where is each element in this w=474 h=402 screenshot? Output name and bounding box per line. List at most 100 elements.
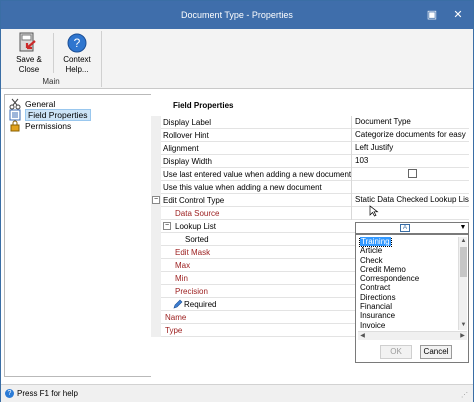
collapse-toggle[interactable]: −	[152, 196, 160, 204]
row-gutter	[151, 129, 161, 142]
property-row-data-source[interactable]: Data Source	[151, 207, 469, 220]
context-help-label: Context Help...	[63, 55, 91, 74]
list-item[interactable]: Credit Memo	[358, 265, 458, 274]
info-icon: ?	[5, 389, 14, 398]
property-row-use-last-value[interactable]: Use last entered value when adding a new…	[151, 168, 469, 181]
row-gutter	[151, 298, 161, 311]
window-title: Document Type - Properties	[181, 10, 293, 20]
property-label: Name	[165, 313, 187, 322]
property-value	[351, 168, 469, 181]
nav-item-label: General	[25, 99, 56, 109]
row-gutter	[151, 220, 161, 233]
list-item[interactable]: Correspondence	[358, 274, 458, 283]
property-row-alignment[interactable]: Alignment Left Justify	[151, 142, 469, 155]
ribbon-group-separator	[101, 31, 102, 87]
status-bar: ? Press F1 for help ⋰	[1, 384, 473, 402]
list-item[interactable]: Directions	[358, 293, 458, 302]
dropdown-arrow-icon[interactable]: ▼	[458, 223, 468, 233]
property-value[interactable]: 103	[351, 155, 469, 168]
property-value[interactable]: Categorize documents for easy	[351, 129, 469, 142]
row-gutter	[151, 168, 161, 181]
title-bar: Document Type - Properties ▣ ✕	[1, 1, 473, 29]
property-label: Use this value when adding a new documen…	[163, 183, 322, 192]
row-gutter	[151, 116, 161, 129]
ribbon: Save & Close ? Context Help... Main	[1, 29, 473, 89]
property-label: Edit Control Type	[163, 196, 225, 205]
list-item[interactable]: Training	[358, 237, 458, 247]
row-gutter	[151, 207, 161, 220]
list-item[interactable]: Financial	[358, 302, 458, 311]
lock-icon	[9, 120, 22, 132]
svg-text:?: ?	[74, 36, 81, 50]
scroll-up-icon[interactable]: ▲	[459, 237, 468, 246]
ribbon-group-label: Main	[42, 77, 60, 86]
property-label: Data Source	[175, 209, 220, 218]
horizontal-scrollbar[interactable]: ◀ ▶	[358, 331, 467, 340]
restore-button[interactable]: ▣	[421, 5, 443, 25]
property-label: Rollover Hint	[163, 131, 209, 140]
lookup-list-dropdown: Training Article Check Credit Memo Corre…	[355, 234, 469, 363]
row-gutter	[151, 259, 161, 272]
lookup-list-combobox[interactable]: A ▼	[355, 222, 469, 234]
lookup-list[interactable]: Training Article Check Credit Memo Corre…	[358, 237, 458, 332]
list-item[interactable]: Insurance	[358, 311, 458, 320]
help-icon: ?	[67, 33, 87, 53]
property-label: Required	[184, 300, 217, 309]
save-close-button[interactable]: Save & Close	[9, 31, 49, 77]
property-label: Display Width	[163, 157, 212, 166]
nav-item-label: Permissions	[25, 121, 72, 131]
resize-grip-icon[interactable]: ⋰	[461, 391, 469, 399]
property-label: Lookup List	[175, 222, 216, 231]
list-item[interactable]: Article	[358, 246, 458, 255]
list-item[interactable]: Check	[358, 256, 458, 265]
property-label: Type	[165, 326, 183, 335]
ribbon-separator	[53, 33, 54, 73]
close-button[interactable]: ✕	[447, 5, 469, 25]
property-value[interactable]: Left Justify	[351, 142, 469, 155]
mouse-cursor-icon	[369, 205, 379, 217]
list-item[interactable]: Invoice	[358, 321, 458, 330]
collapse-toggle[interactable]: −	[163, 222, 171, 230]
property-value[interactable]: Document Type	[351, 116, 469, 129]
save-close-icon	[19, 32, 36, 52]
property-label: Edit Mask	[175, 248, 211, 257]
scroll-down-icon[interactable]: ▼	[459, 321, 468, 330]
property-label: Alignment	[163, 144, 199, 153]
row-gutter	[151, 246, 161, 259]
use-last-value-checkbox[interactable]	[408, 169, 417, 178]
property-row-display-width[interactable]: Display Width 103	[151, 155, 469, 168]
scroll-thumb[interactable]	[460, 247, 467, 277]
property-row-rollover-hint[interactable]: Rollover Hint Categorize documents for e…	[151, 129, 469, 142]
property-label: Sorted	[185, 235, 209, 244]
scroll-right-icon[interactable]: ▶	[458, 332, 467, 341]
pencil-icon	[173, 299, 183, 309]
property-label: Display Label	[163, 118, 212, 127]
row-gutter	[151, 155, 161, 168]
context-help-button[interactable]: ? Context Help...	[56, 31, 98, 77]
panel-title: Field Properties	[173, 101, 234, 110]
status-text: Press F1 for help	[17, 389, 78, 398]
scroll-left-icon[interactable]: ◀	[358, 332, 367, 341]
save-close-label: Save & Close	[16, 55, 42, 74]
property-label: Max	[175, 261, 191, 270]
nav-item-permissions[interactable]: Permissions	[9, 120, 71, 132]
vertical-scrollbar[interactable]: ▲ ▼	[458, 237, 467, 330]
property-label: Precision	[175, 287, 208, 296]
property-label: Use last entered value when adding a new…	[163, 170, 352, 179]
property-label: Min	[175, 274, 188, 283]
property-row-use-this-value[interactable]: Use this value when adding a new documen…	[151, 181, 469, 194]
list-item[interactable]: Contract	[358, 283, 458, 292]
property-row-display-label[interactable]: Display Label Document Type	[151, 116, 469, 129]
cancel-button[interactable]: Cancel	[420, 345, 452, 359]
property-value[interactable]	[351, 181, 469, 194]
row-gutter	[151, 181, 161, 194]
ok-button[interactable]: OK	[380, 345, 412, 359]
row-gutter	[151, 233, 161, 246]
row-gutter	[151, 324, 161, 337]
property-row-edit-control-type[interactable]: − Edit Control Type Static Data Checked …	[151, 194, 469, 207]
row-gutter	[151, 311, 161, 324]
row-gutter	[151, 272, 161, 285]
navigation-tree: General Field Properties Permissions	[4, 94, 152, 377]
text-format-icon: A	[400, 224, 410, 232]
row-gutter	[151, 142, 161, 155]
